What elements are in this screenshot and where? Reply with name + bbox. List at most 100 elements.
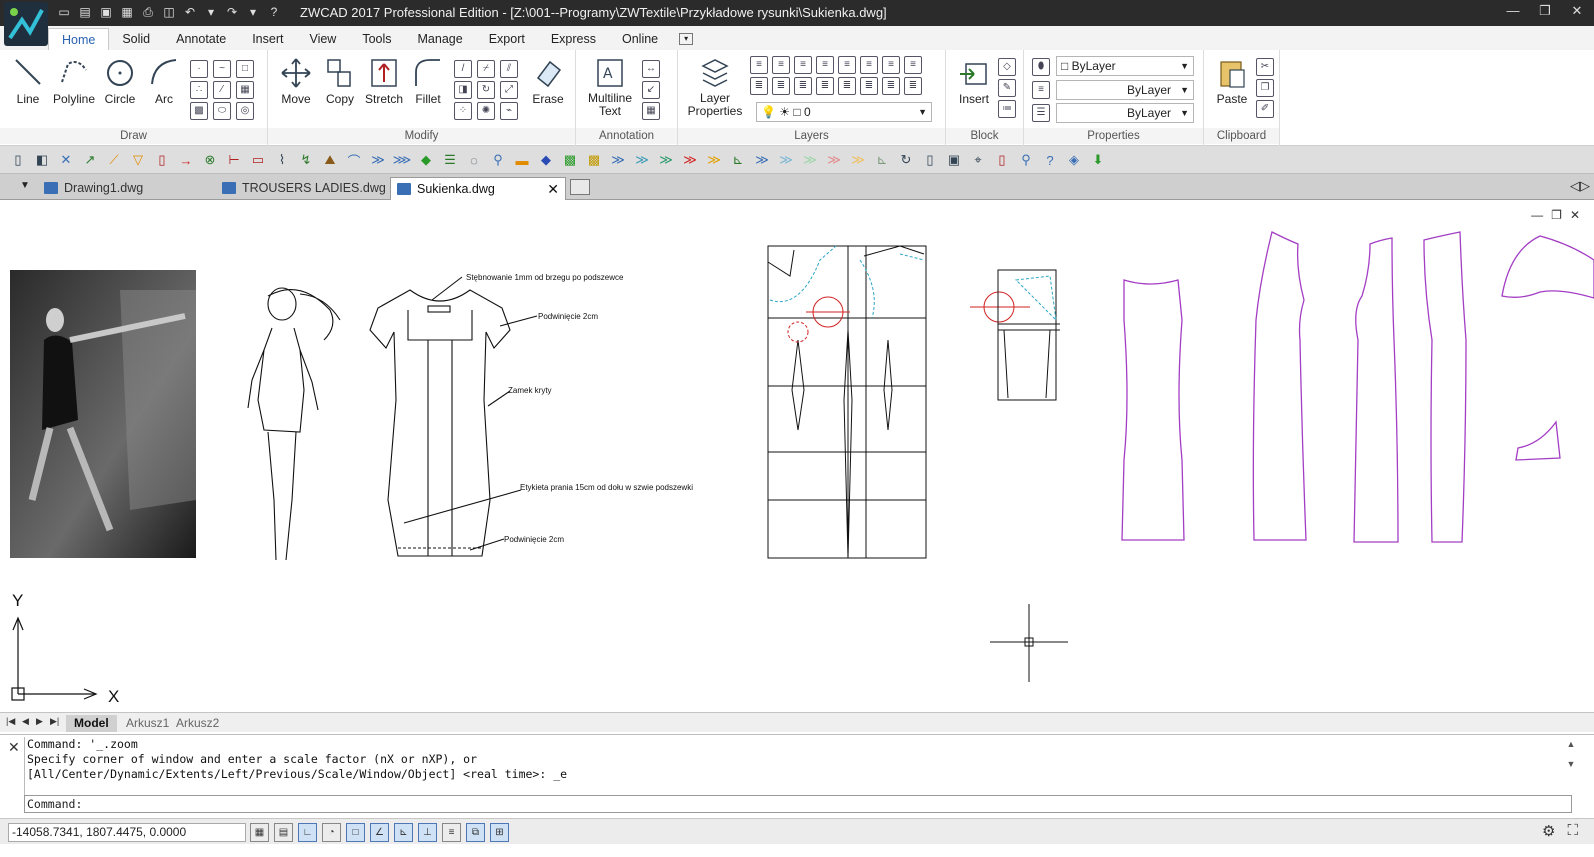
garment-tool-18-icon[interactable]: ◆ <box>416 150 436 170</box>
print-icon[interactable]: ⎙ <box>140 4 156 20</box>
close-command-icon[interactable]: ✕ <box>8 739 20 756</box>
layer-tool-7-icon[interactable]: ≡ <box>882 56 900 74</box>
garment-tool-31-icon[interactable]: ⊾ <box>728 150 748 170</box>
garment-tool-12-icon[interactable]: ⌇ <box>272 150 292 170</box>
save-icon[interactable]: ▣ <box>98 4 114 20</box>
garment-tool-37-icon[interactable]: ⊾ <box>872 150 892 170</box>
garment-tool-10-icon[interactable]: ⊢ <box>224 150 244 170</box>
point-icon[interactable]: · <box>190 60 208 78</box>
rectangle-icon[interactable]: □ <box>236 60 254 78</box>
first-layout-icon[interactable]: |◀ <box>6 716 15 727</box>
close-tab-icon[interactable]: ✕ <box>547 178 559 200</box>
garment-tool-24-icon[interactable]: ▩ <box>560 150 580 170</box>
paste-button[interactable]: Paste <box>1208 56 1256 106</box>
minimize-icon[interactable]: — <box>1504 3 1522 21</box>
explode-icon[interactable]: ✺ <box>477 102 495 120</box>
garment-tool-29-icon[interactable]: ≫ <box>680 150 700 170</box>
array-icon[interactable]: ⁘ <box>454 102 472 120</box>
tab-manage[interactable]: Manage <box>405 28 476 50</box>
last-layout-icon[interactable]: ▶| <box>50 716 59 727</box>
tab-view[interactable]: View <box>296 28 349 50</box>
open-folder-icon[interactable]: ▤ <box>77 4 93 20</box>
plot-preview-icon[interactable]: ◫ <box>161 4 177 20</box>
layer-tool-12-icon[interactable]: ≣ <box>816 77 834 95</box>
garment-tool-23-icon[interactable]: ◆ <box>536 150 556 170</box>
garment-tool-5-icon[interactable]: ⟋ <box>104 150 124 170</box>
garment-tool-25-icon[interactable]: ▩ <box>584 150 604 170</box>
layer-tool-8-icon[interactable]: ≡ <box>904 56 922 74</box>
garment-tool-40-icon[interactable]: ▣ <box>944 150 964 170</box>
garment-tool-39-icon[interactable]: ▯ <box>920 150 940 170</box>
new-tab-icon[interactable] <box>570 179 590 195</box>
match-properties-icon[interactable]: ⬮ <box>1032 58 1050 76</box>
layer-tool-3-icon[interactable]: ≡ <box>794 56 812 74</box>
layer-tool-10-icon[interactable]: ≣ <box>772 77 790 95</box>
garment-tool-46-icon[interactable]: ⬇ <box>1088 150 1108 170</box>
dynamic-input-icon[interactable]: ⊞ <box>490 823 509 842</box>
scale-icon[interactable]: ⤢ <box>500 81 518 99</box>
color-dropdown[interactable]: □ ByLayer ▼ <box>1056 56 1194 76</box>
doc-tab-sukienka[interactable]: Sukienka.dwg ✕ <box>390 177 566 200</box>
dimension-icon[interactable]: ↔ <box>642 60 660 78</box>
close-icon[interactable]: ✕ <box>1568 3 1586 21</box>
new-file-icon[interactable]: ▭ <box>56 4 72 20</box>
stretch-button[interactable]: Stretch <box>360 56 408 106</box>
doc-tab-drawing1[interactable]: Drawing1.dwg <box>38 177 214 200</box>
osnap-toggle-icon[interactable]: □ <box>346 823 365 842</box>
garment-tool-14-icon[interactable]: ⛰ <box>320 150 340 170</box>
garment-tool-17-icon[interactable]: ⋙ <box>392 150 412 170</box>
app-logo-icon[interactable] <box>4 2 48 46</box>
snap-toggle-icon[interactable]: ▤ <box>274 823 293 842</box>
settings-gear-icon[interactable]: ⚙ <box>1542 822 1555 840</box>
garment-tool-22-icon[interactable]: ▬ <box>512 150 532 170</box>
mirror-icon[interactable]: ◨ <box>454 81 472 99</box>
layer-tool-5-icon[interactable]: ≡ <box>838 56 856 74</box>
layer-tool-14-icon[interactable]: ≣ <box>860 77 878 95</box>
tab-insert[interactable]: Insert <box>239 28 296 50</box>
polyline-button[interactable]: Polyline <box>50 56 98 106</box>
linetype-dropdown[interactable]: ByLayer ▼ <box>1056 80 1194 100</box>
lineweight-icon[interactable]: ☰ <box>1032 104 1050 122</box>
rotate-icon[interactable]: ↻ <box>477 81 495 99</box>
layer-tool-16-icon[interactable]: ≣ <box>904 77 922 95</box>
undo-icon[interactable]: ↶ <box>182 4 198 20</box>
garment-tool-43-icon[interactable]: ⚲ <box>1016 150 1036 170</box>
layer-tool-11-icon[interactable]: ≣ <box>794 77 812 95</box>
gradient-icon[interactable]: ▩ <box>190 102 208 120</box>
grid-toggle-icon[interactable]: ▦ <box>250 823 269 842</box>
tab-list-icon[interactable]: ▼ <box>20 180 30 191</box>
circle-button[interactable]: Circle <box>96 56 144 106</box>
garment-tool-20-icon[interactable]: ◌ <box>464 150 484 170</box>
garment-tool-3-icon[interactable]: ✕ <box>56 150 76 170</box>
garment-tool-36-icon[interactable]: ≫ <box>848 150 868 170</box>
garment-tool-26-icon[interactable]: ≫ <box>608 150 628 170</box>
restore-icon[interactable]: ❐ <box>1536 3 1554 21</box>
tab-home[interactable]: Home <box>48 28 110 50</box>
selection-cycling-icon[interactable]: ⧉ <box>466 823 485 842</box>
layer-properties-button[interactable]: Layer Properties <box>684 56 746 118</box>
lineweight-toggle-icon[interactable]: ≡ <box>442 823 461 842</box>
command-input[interactable]: Command: <box>24 795 1572 813</box>
create-block-icon[interactable]: ◇ <box>998 58 1016 76</box>
garment-tool-30-icon[interactable]: ≫ <box>704 150 724 170</box>
donut-icon[interactable]: ◎ <box>236 102 254 120</box>
garment-tool-27-icon[interactable]: ≫ <box>632 150 652 170</box>
otrack-toggle-icon[interactable]: ⊾ <box>394 823 413 842</box>
tab-scroll-arrows-icon[interactable]: ◁▷ <box>1570 178 1590 194</box>
tab-solid[interactable]: Solid <box>109 28 163 50</box>
layer-tool-2-icon[interactable]: ≡ <box>772 56 790 74</box>
layout-tab-model[interactable]: Model <box>66 715 117 732</box>
copy-button[interactable]: Copy <box>316 56 364 106</box>
ribbon-collapse-icon[interactable]: ▾ <box>679 33 694 45</box>
garment-tool-35-icon[interactable]: ≫ <box>824 150 844 170</box>
drawing-canvas[interactable]: — ❐ ✕ Stębnowanie 1mm od brzegu po podsz… <box>0 200 1594 712</box>
layout-tab-arkusz2[interactable]: Arkusz2 <box>168 715 227 732</box>
ortho-toggle-icon[interactable]: ∟ <box>298 823 317 842</box>
save-as-icon[interactable]: ▦ <box>119 4 135 20</box>
garment-tool-19-icon[interactable]: ☰ <box>440 150 460 170</box>
garment-tool-45-icon[interactable]: ◈ <box>1064 150 1084 170</box>
spline-icon[interactable]: ~ <box>213 60 231 78</box>
garment-tool-15-icon[interactable]: ⌒ <box>344 150 364 170</box>
tab-online[interactable]: Online <box>609 28 671 50</box>
redo-dropdown-icon[interactable]: ▾ <box>245 4 261 20</box>
